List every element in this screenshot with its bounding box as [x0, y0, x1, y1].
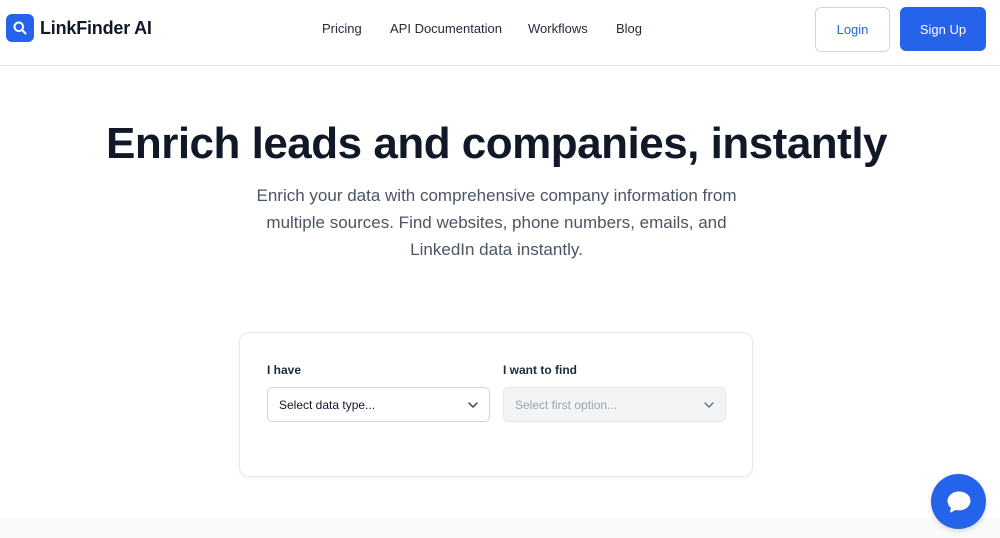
hero-title: Enrich leads and companies, instantly — [105, 119, 888, 168]
data-type-select[interactable]: Select data type... — [267, 387, 490, 422]
login-button[interactable]: Login — [815, 7, 890, 52]
chat-bubble-icon — [947, 491, 970, 512]
next-section-band — [0, 518, 1000, 538]
data-type-select-value: Select data type... — [279, 397, 376, 412]
find-target-select-value: Select first option... — [515, 397, 618, 412]
chevron-down-icon — [468, 402, 478, 408]
nav-link-pricing[interactable]: Pricing — [322, 21, 362, 36]
chevron-down-icon — [704, 402, 714, 408]
site-header: LinkFinder AI Pricing API Documentation … — [0, 0, 1000, 66]
nav-link-blog[interactable]: Blog — [616, 21, 642, 36]
chat-launcher-button[interactable] — [931, 474, 986, 529]
hero-subtitle: Enrich your data with comprehensive comp… — [256, 186, 737, 259]
find-label: I want to find — [503, 363, 577, 377]
signup-button[interactable]: Sign Up — [900, 7, 986, 51]
have-label: I have — [267, 363, 302, 377]
nav-link-api-documentation[interactable]: API Documentation — [390, 21, 502, 36]
nav-link-workflows[interactable]: Workflows — [528, 21, 588, 36]
find-target-select[interactable]: Select first option... — [503, 387, 726, 422]
enrich-form-card: I have Select data type... I want to fin… — [239, 332, 753, 477]
